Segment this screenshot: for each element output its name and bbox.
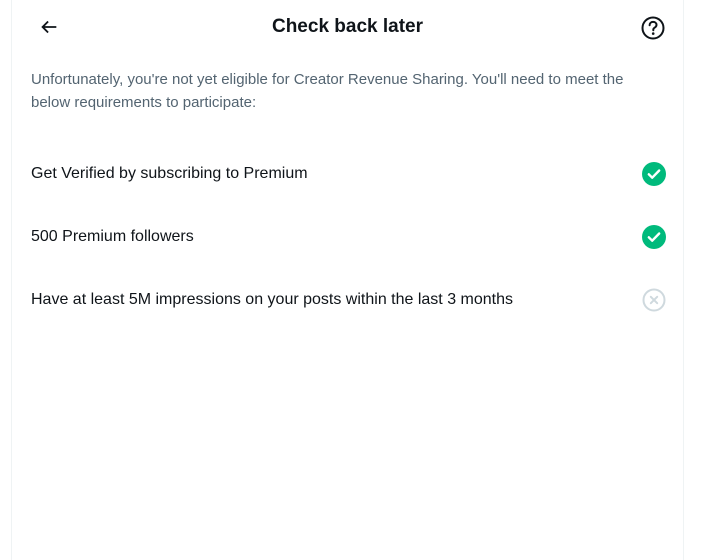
page-title: Check back later xyxy=(271,16,424,37)
intro-text: Unfortunately, you're not yet eligible f… xyxy=(31,71,624,111)
requirements-list: Get Verified by subscribing to Premium 5… xyxy=(12,142,683,331)
eligibility-panel: Check back later Unfortunately, you're n… xyxy=(11,0,684,560)
requirement-label: Get Verified by subscribing to Premium xyxy=(31,164,308,182)
requirement-label: Have at least 5M impressions on your pos… xyxy=(31,290,513,308)
help-button[interactable] xyxy=(637,12,669,44)
question-circle-icon xyxy=(641,16,665,40)
header: Check back later xyxy=(12,0,683,54)
requirement-verified: Get Verified by subscribing to Premium xyxy=(12,142,683,205)
x-circle-icon xyxy=(642,288,666,312)
check-circle-icon xyxy=(642,161,666,186)
check-circle-icon xyxy=(642,224,666,249)
requirement-impressions: Have at least 5M impressions on your pos… xyxy=(12,268,683,331)
requirement-followers: 500 Premium followers xyxy=(12,205,683,268)
requirement-label: 500 Premium followers xyxy=(31,227,194,245)
